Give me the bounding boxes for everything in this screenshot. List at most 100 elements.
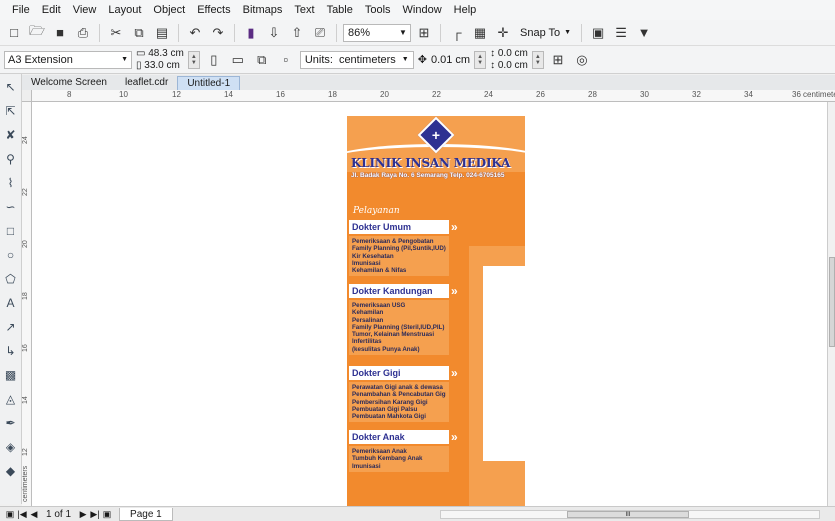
service-line: Family Planning (Steril,IUD,PIL): [352, 323, 445, 331]
polygon-tool-icon[interactable]: ⬠: [2, 270, 20, 288]
menu-window[interactable]: Window: [397, 0, 448, 20]
landscape-icon[interactable]: ▭: [228, 50, 248, 70]
new-document-icon[interactable]: □: [4, 23, 24, 43]
page-height-field[interactable]: ▯ 33.0 cm: [136, 60, 184, 72]
services-heading: Pelayanan: [353, 206, 400, 216]
menu-edit[interactable]: Edit: [36, 0, 67, 20]
menu-file[interactable]: File: [6, 0, 36, 20]
import-icon[interactable]: ⇩: [264, 23, 284, 43]
previous-page-icon[interactable]: ◀: [28, 509, 40, 520]
paste-icon[interactable]: ▤: [152, 23, 172, 43]
units-label: Units:: [304, 53, 333, 66]
ruler-origin[interactable]: [22, 90, 32, 102]
zoom-level-select[interactable]: 86% ▼: [343, 23, 411, 42]
rectangle-tool-icon[interactable]: □: [2, 222, 20, 240]
menu-help[interactable]: Help: [448, 0, 483, 20]
full-screen-preview-icon[interactable]: ⊞: [414, 23, 434, 43]
menu-text[interactable]: Text: [288, 0, 320, 20]
dimension-spinner[interactable]: ▲ ▼: [187, 50, 200, 69]
first-page-icon[interactable]: |◀: [16, 509, 28, 520]
menu-layout[interactable]: Layout: [102, 0, 147, 20]
crop-tool-icon[interactable]: ✘: [2, 126, 20, 144]
section-title-dokter-anak: Dokter Anak: [349, 430, 449, 444]
menu-object[interactable]: Object: [147, 0, 191, 20]
ruler-tick: 24: [22, 136, 29, 144]
menu-view[interactable]: View: [67, 0, 103, 20]
drawing-canvas[interactable]: + KLINIK INSAN MEDIKA Jl. Badak Raya No.…: [32, 102, 827, 506]
connector-tool-icon[interactable]: ↳: [2, 342, 20, 360]
duplicate-x-field[interactable]: ↕ 0.0 cm: [490, 48, 528, 60]
duplicate-spinner[interactable]: ▲ ▼: [531, 50, 544, 69]
page-navigator: ▣ |◀ ◀ 1 of 1 ▶ ▶| ▣ Page 1 III: [0, 506, 835, 521]
redo-icon[interactable]: ↷: [208, 23, 228, 43]
page-tab-1[interactable]: Page 1: [119, 507, 173, 521]
tab-untitled-1[interactable]: Untitled-1: [177, 76, 241, 90]
zoom-tool-icon[interactable]: ⚲: [2, 150, 20, 168]
print-icon[interactable]: ⎙: [73, 23, 93, 43]
artistic-media-icon[interactable]: ∽: [2, 198, 20, 216]
page-size-select[interactable]: A3 Extension ▼: [4, 50, 132, 69]
page-options-icon[interactable]: ▣: [4, 509, 16, 520]
menu-tools[interactable]: Tools: [359, 0, 397, 20]
nudge-distance-field[interactable]: ✥ 0.01 cm: [418, 51, 470, 69]
vertical-ruler[interactable]: 24 22 20 18 16 14 12 centimeters: [22, 102, 32, 506]
all-pages-icon[interactable]: ⧉: [252, 50, 272, 70]
ruler-unit: centimeters: [803, 90, 835, 99]
ellipse-tool-icon[interactable]: ○: [2, 246, 20, 264]
horizontal-scrollbar[interactable]: III: [440, 510, 820, 519]
ruler-tick: 34: [744, 90, 753, 99]
service-line: Kehamilan: [352, 309, 384, 317]
page-width-value: 48.3 cm: [148, 47, 184, 59]
copy-icon[interactable]: ⧉: [129, 23, 149, 43]
vertical-scrollbar[interactable]: [827, 102, 835, 506]
ruler-tick: 16: [22, 344, 29, 352]
eyedropper-tool-icon[interactable]: ✒: [2, 414, 20, 432]
text-tool-icon[interactable]: A: [2, 294, 20, 312]
save-icon[interactable]: ■: [50, 23, 70, 43]
vertical-scroll-thumb[interactable]: [829, 257, 835, 347]
smart-fill-icon[interactable]: ◆: [2, 462, 20, 480]
nudge-spinner[interactable]: ▲ ▼: [474, 50, 487, 69]
nudge-icon: ✥: [417, 54, 427, 66]
menu-table[interactable]: Table: [321, 0, 359, 20]
page-width-field[interactable]: ▭ 48.3 cm: [136, 48, 184, 60]
pick-tool-icon[interactable]: ↖: [2, 78, 20, 96]
export-icon[interactable]: ⇧: [287, 23, 307, 43]
leaflet-artwork[interactable]: + KLINIK INSAN MEDIKA Jl. Badak Raya No.…: [347, 116, 525, 506]
shape-tool-icon[interactable]: ⇱: [2, 102, 20, 120]
horizontal-ruler[interactable]: 8 10 12 14 16 18 20 22 24 26 28 30 32 34…: [32, 90, 835, 102]
snap-to-button[interactable]: Snap To ▼: [516, 23, 575, 43]
units-select[interactable]: Units: centimeters ▼: [299, 50, 414, 69]
show-rulers-icon[interactable]: ┌: [447, 23, 467, 43]
portrait-icon[interactable]: ▯: [204, 50, 224, 70]
interactive-blend-icon[interactable]: ▩: [2, 366, 20, 384]
interactive-fill-icon[interactable]: ◈: [2, 438, 20, 456]
object-snap-icon[interactable]: ◎: [572, 50, 592, 70]
menu-bitmaps[interactable]: Bitmaps: [237, 0, 289, 20]
add-page-icon[interactable]: ▣: [101, 509, 113, 520]
application-launcher-icon[interactable]: ▼: [634, 23, 654, 43]
current-page-icon[interactable]: ▫: [276, 50, 296, 70]
cut-icon[interactable]: ✂: [106, 23, 126, 43]
welcome-screen-icon[interactable]: ▣: [588, 23, 608, 43]
search-content-icon[interactable]: ▮: [241, 23, 261, 43]
options-icon[interactable]: ☰: [611, 23, 631, 43]
tab-leaflet[interactable]: leaflet.cdr: [116, 76, 177, 90]
tab-welcome-screen[interactable]: Welcome Screen: [22, 76, 116, 90]
duplicate-y-field[interactable]: ↕ 0.0 cm: [490, 60, 528, 72]
transparency-tool-icon[interactable]: ◬: [2, 390, 20, 408]
property-bar: A3 Extension ▼ ▭ 48.3 cm ▯ 33.0 cm ▲ ▼ ▯ …: [0, 46, 835, 74]
show-grid-icon[interactable]: ▦: [470, 23, 490, 43]
menu-effects[interactable]: Effects: [191, 0, 236, 20]
next-page-icon[interactable]: ▶: [77, 509, 89, 520]
undo-icon[interactable]: ↶: [185, 23, 205, 43]
freehand-tool-icon[interactable]: ⌇: [2, 174, 20, 192]
treat-as-filled-icon[interactable]: ⊞: [548, 50, 568, 70]
parallel-dimension-icon[interactable]: ↗: [2, 318, 20, 336]
publish-pdf-icon[interactable]: ⎚: [310, 23, 330, 43]
show-guidelines-icon[interactable]: ✛: [493, 23, 513, 43]
last-page-icon[interactable]: ▶|: [89, 509, 101, 520]
open-folder-icon[interactable]: 🗁: [27, 23, 47, 43]
service-line: (kesulitas Punya Anak): [352, 345, 420, 353]
horizontal-scroll-thumb[interactable]: III: [567, 511, 689, 518]
